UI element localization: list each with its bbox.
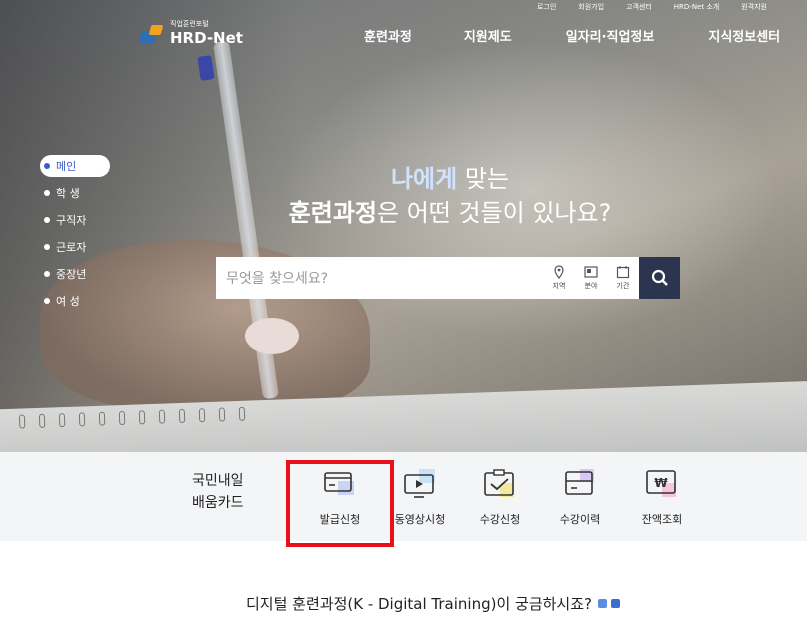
service-video[interactable]: 동영상시청	[385, 467, 455, 527]
nav-training[interactable]: 훈련과정	[364, 26, 412, 45]
card-section-title: 국민내일 배움카드	[192, 473, 244, 511]
side-item-jobseeker[interactable]: 구직자	[40, 209, 112, 231]
login-link[interactable]: 로그인	[537, 2, 556, 12]
signup-link[interactable]: 회원가입	[578, 2, 604, 12]
service-history[interactable]: 수강이력	[545, 467, 615, 527]
logo[interactable]: 직업훈련포털 HRD-Net	[138, 20, 243, 47]
logo-subtitle: 직업훈련포털	[170, 20, 209, 28]
apply-icon	[482, 467, 518, 501]
video-icon	[402, 467, 438, 501]
side-item-student[interactable]: 학 생	[40, 182, 112, 204]
nav-support[interactable]: 지원제도	[464, 26, 512, 45]
customer-center-link[interactable]: 고객센터	[626, 2, 652, 12]
about-link[interactable]: HRD-Net 소개	[674, 2, 719, 12]
side-item-worker[interactable]: 근로자	[40, 236, 112, 258]
nav-knowledge[interactable]: 지식정보센터	[708, 26, 780, 45]
history-icon	[562, 467, 598, 501]
svg-text:₩: ₩	[654, 476, 668, 490]
side-menu: 메인 학 생 구직자 근로자 중장년 여 성	[40, 155, 112, 317]
search-bar: 무엇을 찾으세요? 지역 분야 기간	[216, 257, 680, 299]
field-icon	[584, 266, 598, 278]
video-link-icon[interactable]	[611, 599, 620, 608]
service-balance[interactable]: ₩ 잔액조회	[627, 467, 697, 527]
search-icon	[651, 269, 668, 286]
logo-title: HRD-Net	[170, 29, 243, 47]
service-enroll[interactable]: 수강신청	[465, 467, 535, 527]
learning-card-section: 국민내일 배움카드 발급신청 동영상시청 수강신청 수강이력 ₩ 잔액조회	[0, 452, 807, 541]
help-icon[interactable]	[598, 599, 607, 608]
side-item-main[interactable]: 메인	[40, 155, 110, 177]
remote-support-link[interactable]: 원격지원	[741, 2, 767, 12]
search-button[interactable]	[639, 257, 680, 299]
highlight-box	[286, 460, 394, 547]
nav-jobs[interactable]: 일자리·직업정보	[566, 26, 655, 45]
utility-menu: 로그인 회원가입 고객센터 HRD-Net 소개 원격지원	[537, 2, 767, 12]
digital-training-banner[interactable]: 디지털 훈련과정(K - Digital Training)이 궁금하시죠?	[246, 593, 620, 614]
location-icon	[554, 265, 564, 279]
hero-headline: 나에게 맞는 훈련과정은 어떤 것들이 있나요?	[288, 165, 612, 227]
calendar-icon	[616, 266, 630, 279]
side-item-middle-aged[interactable]: 중장년	[40, 263, 112, 285]
filter-region[interactable]: 지역	[543, 257, 575, 299]
hero-banner: 로그인 회원가입 고객센터 HRD-Net 소개 원격지원 직업훈련포털 HRD…	[0, 0, 807, 452]
filter-period[interactable]: 기간	[607, 257, 639, 299]
main-nav: 훈련과정 지원제도 일자리·직업정보 지식정보센터	[364, 26, 780, 45]
filter-field[interactable]: 분야	[575, 257, 607, 299]
digital-training-text: 디지털 훈련과정(K - Digital Training)이 궁금하시죠?	[246, 595, 592, 613]
search-input[interactable]: 무엇을 찾으세요?	[216, 257, 543, 299]
logo-mark-icon	[138, 23, 164, 45]
side-item-women[interactable]: 여 성	[40, 290, 112, 312]
balance-icon: ₩	[644, 467, 680, 501]
